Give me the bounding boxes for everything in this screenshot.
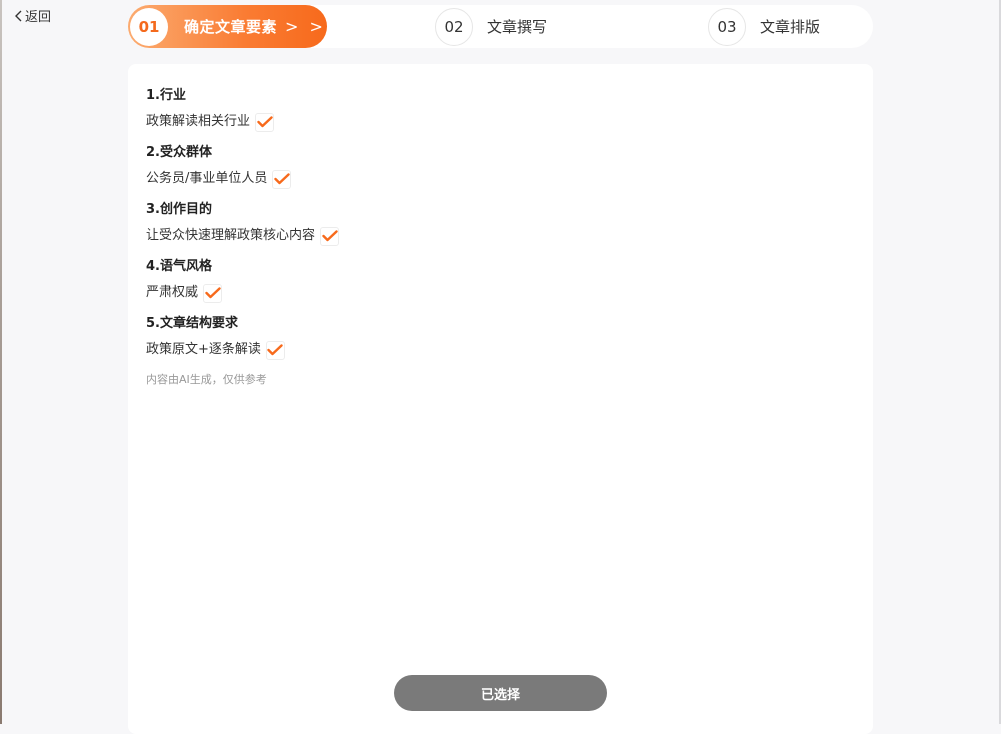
- checkbox[interactable]: [272, 169, 292, 189]
- element-title: 5.文章结构要求: [146, 316, 238, 331]
- checkmark-icon: [274, 173, 290, 185]
- element-value: 让受众快速理解政策核心内容: [146, 228, 316, 243]
- selected-button[interactable]: 已选择: [394, 675, 607, 711]
- element-industry: 1.行业 政策解读相关行业: [146, 86, 339, 132]
- checkmark-icon: [267, 344, 284, 356]
- element-value: 公务员/事业单位人员: [146, 171, 268, 186]
- element-purpose: 3.创作目的 让受众快速理解政策核心内容: [146, 200, 340, 246]
- element-tone: 4.语气风格 严肃权威: [146, 257, 339, 303]
- step-number: 02: [435, 7, 473, 46]
- checkbox[interactable]: [265, 340, 285, 360]
- back-label: 返回: [25, 10, 52, 25]
- element-title: 1.行业: [146, 88, 186, 103]
- element-value: 严肃权威: [146, 285, 199, 300]
- step-layout-article[interactable]: 03 文章排版: [708, 5, 820, 48]
- checkbox[interactable]: [203, 283, 223, 303]
- elements-card: 1.行业 政策解读相关行业 2.受众群体 公务员/事业单位人员 3.创作目的 让…: [128, 64, 873, 734]
- step-label: 文章排版: [760, 18, 821, 36]
- element-value: 政策原文+逐条解读: [146, 342, 261, 357]
- ai-disclaimer: 内容由AI生成，仅供参考: [146, 373, 267, 386]
- element-audience: 2.受众群体 公务员/事业单位人员: [146, 143, 339, 189]
- double-chevron-right-icon: > >: [285, 17, 326, 36]
- step-write-article[interactable]: 02 文章撰写: [435, 5, 547, 48]
- element-title: 2.受众群体: [146, 145, 212, 160]
- progress-stepper: 01 确定文章要素 > > 02 文章撰写 03 文章排版: [128, 5, 873, 48]
- back-button[interactable]: 返回: [14, 6, 51, 25]
- element-option[interactable]: 让受众快速理解政策核心内容: [146, 226, 340, 246]
- element-option[interactable]: 公务员/事业单位人员: [146, 169, 339, 189]
- element-value: 政策解读相关行业: [146, 114, 251, 129]
- element-title: 4.语气风格: [146, 259, 212, 274]
- elements-list: 1.行业 政策解读相关行业 2.受众群体 公务员/事业单位人员 3.创作目的 让…: [146, 86, 340, 387]
- chevron-left-icon: [15, 10, 22, 21]
- window-frame-left: [0, 0, 2, 724]
- checkmark-icon: [321, 230, 338, 242]
- step-number: 01: [130, 7, 168, 46]
- step-label: 文章撰写: [487, 18, 548, 36]
- checkmark-icon: [204, 287, 221, 299]
- element-option[interactable]: 严肃权威: [146, 283, 339, 303]
- element-option[interactable]: 政策原文+逐条解读: [146, 340, 339, 360]
- element-title: 3.创作目的: [146, 202, 212, 217]
- step-label: 确定文章要素: [184, 18, 278, 36]
- step-number: 03: [708, 7, 746, 46]
- checkmark-icon: [256, 116, 273, 128]
- element-structure: 5.文章结构要求 政策原文+逐条解读: [146, 314, 339, 360]
- step-confirm-elements[interactable]: 01 确定文章要素 > >: [128, 5, 327, 48]
- checkbox[interactable]: [255, 112, 275, 132]
- element-option[interactable]: 政策解读相关行业: [146, 112, 339, 132]
- checkbox[interactable]: [320, 226, 340, 246]
